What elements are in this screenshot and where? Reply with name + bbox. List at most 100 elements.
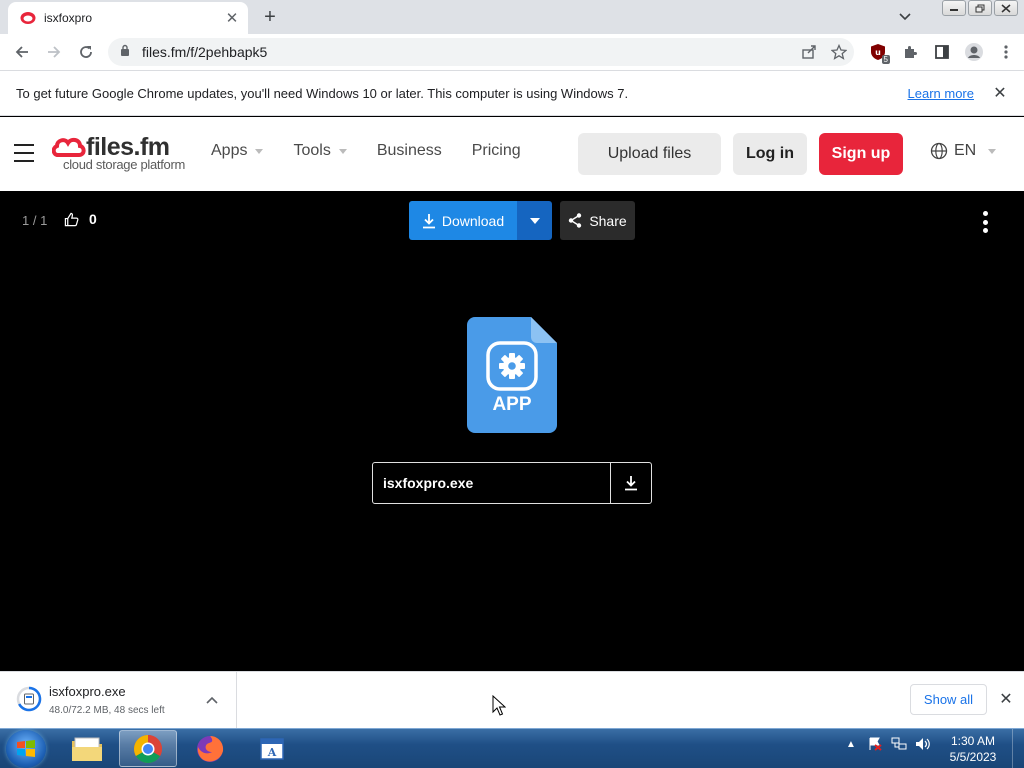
nav-apps[interactable]: Apps [211,142,264,160]
show-hidden-icons-icon[interactable]: ▲ [842,735,860,753]
like-button[interactable]: 0 [64,211,97,227]
extension-badge: 5 [881,55,890,64]
browser-tab[interactable]: isxfoxpro ✕ [8,2,248,34]
download-file-name: isxfoxpro.exe [49,684,126,699]
files-fm-logo[interactable]: files.fm cloud storage platform [52,133,192,175]
taskbar-firefox[interactable] [181,730,239,767]
download-icon [625,476,637,491]
app-file-icon: APP [467,317,557,433]
puzzle-extensions-icon[interactable] [894,36,926,68]
nav-apps-label: Apps [211,142,248,159]
more-options-icon[interactable] [976,209,994,235]
tab-search-chevron-icon[interactable] [895,8,915,26]
file-name: isxfoxpro.exe [383,475,474,491]
network-icon[interactable] [890,735,908,753]
chrome-icon [134,734,162,763]
download-button-group: Download [409,201,552,240]
file-counter: 1 / 1 [22,213,48,228]
lock-icon[interactable] [120,43,130,61]
download-button[interactable]: Download [409,201,517,240]
nav-tools-label: Tools [293,142,331,159]
main-nav: Apps Tools Business Pricing [211,142,551,160]
file-viewer: 1 / 1 0 Download Share APP isxfoxpro.exe [0,191,1024,671]
reload-icon[interactable] [70,36,102,68]
profile-avatar-icon[interactable] [958,36,990,68]
clock-time: 1:30 AM [950,734,996,748]
back-icon[interactable] [6,36,38,68]
download-status: 48.0/72.2 MB, 48 secs left [49,705,165,716]
infobar-close-icon[interactable]: ✕ [990,83,1010,103]
start-button[interactable] [6,730,46,768]
browser-toolbar: files.fm/f/2pehbapk5 u 5 [0,34,1024,70]
tab-close-icon[interactable]: ✕ [222,8,242,28]
tab-strip: isxfoxpro ✕ + [0,0,1024,34]
like-count: 0 [89,211,97,227]
update-infobar: To get future Google Chrome updates, you… [0,70,1024,116]
download-icon [422,213,435,228]
address-bar[interactable]: files.fm/f/2pehbapk5 [108,38,854,66]
action-center-flag-icon[interactable] [866,735,884,753]
window-controls [942,0,1018,16]
site-header: files.fm cloud storage platform Apps Too… [0,117,1024,191]
show-all-button[interactable]: Show all [910,684,987,715]
svg-text:A: A [267,746,277,759]
mouse-cursor-icon [492,695,506,716]
upload-files-button[interactable]: Upload files [578,133,721,175]
new-tab-button[interactable]: + [258,6,282,28]
chevron-down-icon [255,148,264,154]
url-text[interactable]: files.fm/f/2pehbapk5 [142,44,794,60]
download-item[interactable]: isxfoxpro.exe 48.0/72.2 MB, 48 secs left [0,672,237,728]
ublock-shield-icon[interactable]: u 5 [862,36,894,68]
clock-date: 5/5/2023 [949,750,997,764]
download-progress-icon [16,686,42,712]
share-icon [569,213,582,228]
file-name-box: isxfoxpro.exe [372,462,652,504]
download-label: Download [441,212,505,229]
forward-icon[interactable] [38,36,70,68]
files-fm-favicon-icon [20,10,36,26]
chevron-down-icon [338,148,347,154]
language-selector[interactable]: EN [930,142,997,160]
close-window-button[interactable] [994,0,1018,16]
file-type-label: APP [492,394,532,415]
chevron-up-icon[interactable] [200,690,224,710]
shelf-close-icon[interactable]: ✕ [996,689,1016,709]
download-options-button[interactable] [517,201,552,240]
hamburger-menu-icon[interactable] [14,144,34,162]
tab-title: isxfoxpro [44,11,93,25]
infobar-message: To get future Google Chrome updates, you… [16,85,629,101]
learn-more-link[interactable]: Learn more [908,86,974,101]
chevron-down-icon [988,148,997,154]
system-tray: ▲ [842,735,932,753]
taskbar-chrome[interactable] [119,730,177,767]
restore-button[interactable] [968,0,992,16]
login-button[interactable]: Log in [733,133,807,175]
volume-icon[interactable] [914,735,932,753]
side-panel-icon[interactable] [926,36,958,68]
folder-icon [72,737,102,761]
logo-tagline: cloud storage platform [63,157,186,172]
system-clock[interactable]: 1:30 AM 5/5/2023 [940,733,1006,765]
file-download-button[interactable] [610,463,651,503]
windows-logo-icon [17,740,35,757]
windows-taskbar: A ▲ 1:30 AM 5/5/2023 [0,728,1024,768]
share-page-icon[interactable] [794,38,824,66]
share-button[interactable]: Share [560,201,635,240]
nav-pricing[interactable]: Pricing [472,142,521,160]
firefox-icon [197,735,224,762]
show-desktop-button[interactable] [1012,729,1024,768]
taskbar-wordpad[interactable]: A [243,730,301,767]
download-shelf: isxfoxpro.exe 48.0/72.2 MB, 48 secs left… [0,671,1024,728]
caret-down-icon [529,217,540,224]
share-label: Share [589,212,627,229]
taskbar-explorer[interactable] [58,730,116,767]
nav-tools[interactable]: Tools [293,142,347,160]
chrome-menu-icon[interactable] [990,36,1022,68]
bookmark-star-icon[interactable] [824,38,854,66]
signup-button[interactable]: Sign up [819,133,903,175]
language-label: EN [954,142,977,159]
thumbs-up-icon [64,212,79,226]
nav-business[interactable]: Business [377,142,442,160]
svg-text:u: u [875,48,881,57]
minimize-button[interactable] [942,0,966,16]
